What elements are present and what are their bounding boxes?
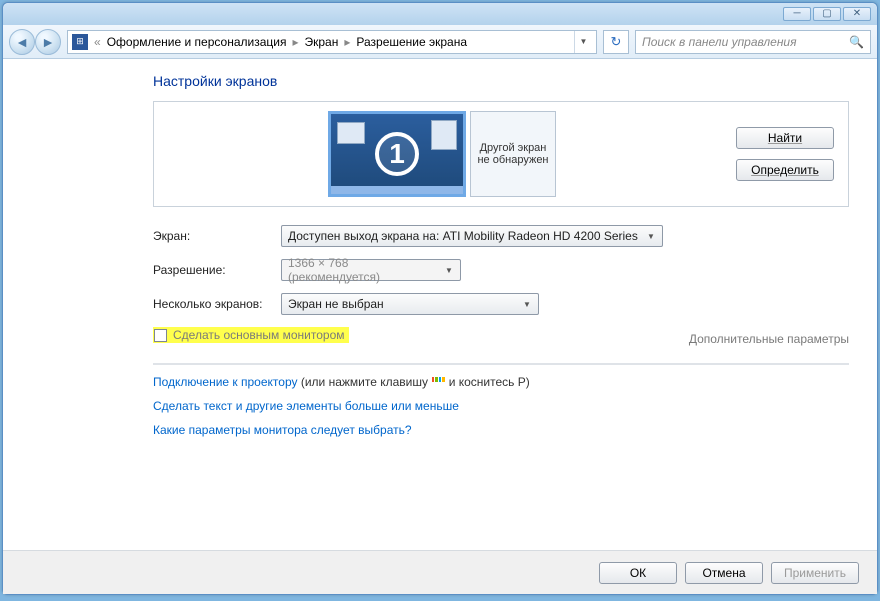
- chevron-right-icon: ▸: [344, 35, 350, 49]
- address-dropdown[interactable]: ▼: [574, 31, 592, 53]
- multi-select[interactable]: Экран не выбран ▼: [281, 293, 539, 315]
- taskbar-icon: [331, 186, 463, 194]
- footer: ОК Отмена Применить: [3, 550, 877, 594]
- monitor-not-detected[interactable]: Другой экран не обнаружен: [470, 111, 556, 197]
- nav-row: ◄ ► ⊞ « Оформление и персонализация ▸ Эк…: [3, 25, 877, 59]
- chevron-right-icon: ▸: [292, 35, 298, 49]
- resolution-select[interactable]: 1366 × 768 (рекомендуется) ▼: [281, 259, 461, 281]
- projector-link[interactable]: Подключение к проектору (или нажмите кла…: [153, 375, 849, 389]
- titlebar: ─ ▢ ✕: [3, 3, 877, 25]
- window: ─ ▢ ✕ ◄ ► ⊞ « Оформление и персонализаци…: [2, 2, 878, 595]
- maximize-button[interactable]: ▢: [813, 7, 841, 21]
- resolution-label: Разрешение:: [153, 263, 273, 277]
- page-title: Настройки экранов: [153, 73, 849, 89]
- chevron-down-icon: ▼: [442, 263, 456, 277]
- content-area: Настройки экранов 1 Другой экран не обна…: [3, 59, 877, 550]
- breadcrumb-item[interactable]: Экран: [304, 35, 338, 49]
- window-icon: [431, 120, 457, 150]
- monitor-primary[interactable]: 1: [328, 111, 466, 197]
- minimize-button[interactable]: ─: [783, 7, 811, 21]
- monitor-number: 1: [375, 132, 419, 176]
- chevron-down-icon: ▼: [520, 297, 534, 311]
- breadcrumb-item[interactable]: Разрешение экрана: [356, 35, 467, 49]
- search-input[interactable]: Поиск в панели управления 🔍: [635, 30, 871, 54]
- multi-label: Несколько экранов:: [153, 297, 273, 311]
- search-placeholder: Поиск в панели управления: [642, 35, 797, 49]
- detect-button[interactable]: Определить: [736, 159, 834, 181]
- nav-back-forward: ◄ ►: [9, 29, 61, 55]
- display-select[interactable]: Доступен выход экрана на: ATI Mobility R…: [281, 225, 663, 247]
- primary-monitor-checkbox[interactable]: [154, 329, 167, 342]
- chevron-down-icon: ▼: [644, 229, 658, 243]
- ok-button[interactable]: ОК: [599, 562, 677, 584]
- apply-button[interactable]: Применить: [771, 562, 859, 584]
- advanced-row: Сделать основным монитором Дополнительны…: [153, 327, 849, 365]
- advanced-settings-link[interactable]: Дополнительные параметры: [689, 332, 849, 346]
- control-panel-icon: ⊞: [72, 34, 88, 50]
- primary-monitor-label: Сделать основным монитором: [173, 328, 345, 342]
- monitor-preview-area: 1 Другой экран не обнаружен: [162, 111, 722, 197]
- find-button[interactable]: Найти: [736, 127, 834, 149]
- cancel-button[interactable]: Отмена: [685, 562, 763, 584]
- address-bar[interactable]: ⊞ « Оформление и персонализация ▸ Экран …: [67, 30, 597, 54]
- windows-key-icon: [431, 377, 445, 389]
- close-button[interactable]: ✕: [843, 7, 871, 21]
- primary-monitor-checkbox-row: Сделать основным монитором: [153, 327, 349, 343]
- monitor-panel: 1 Другой экран не обнаружен Найти Опреде…: [153, 101, 849, 207]
- display-label: Экран:: [153, 229, 273, 243]
- display-row: Экран: Доступен выход экрана на: ATI Mob…: [153, 225, 849, 247]
- breadcrumb-item[interactable]: Оформление и персонализация: [107, 35, 287, 49]
- resolution-row: Разрешение: 1366 × 768 (рекомендуется) ▼: [153, 259, 849, 281]
- which-monitor-link[interactable]: Какие параметры монитора следует выбрать…: [153, 423, 849, 437]
- forward-button[interactable]: ►: [35, 29, 61, 55]
- multi-row: Несколько экранов: Экран не выбран ▼: [153, 293, 849, 315]
- search-icon: 🔍: [849, 35, 864, 49]
- text-size-link[interactable]: Сделать текст и другие элементы больше и…: [153, 399, 849, 413]
- refresh-button[interactable]: ↻: [603, 30, 629, 54]
- breadcrumb-prefix: «: [94, 35, 101, 49]
- monitor-side-buttons: Найти Определить: [736, 127, 834, 181]
- back-button[interactable]: ◄: [9, 29, 35, 55]
- window-icon: [337, 122, 365, 144]
